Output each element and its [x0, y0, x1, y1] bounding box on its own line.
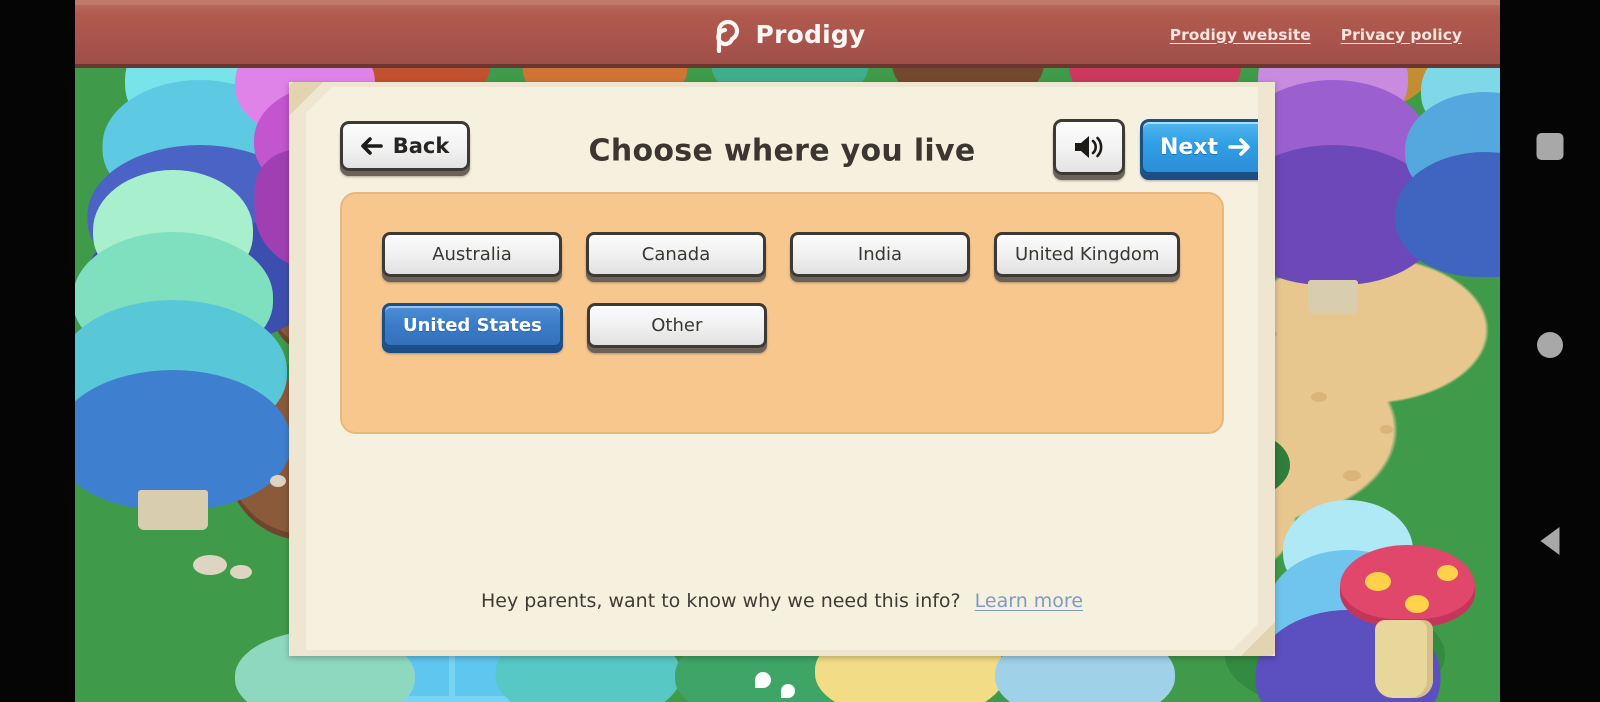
speaker-volume-icon — [1072, 133, 1106, 161]
logo-text: Prodigy — [755, 20, 866, 49]
country-option-label: United Kingdom — [1015, 244, 1160, 265]
country-option-label: India — [857, 244, 903, 265]
country-options-grid: Australia Canada India United Kingdom Un… — [382, 232, 1182, 348]
country-option-label: Other — [651, 315, 703, 336]
dialog-card-border: Back Choose where you live Next Australi… — [289, 82, 1275, 656]
header-links: Prodigy website Privacy policy — [1170, 5, 1462, 64]
country-options-panel: Australia Canada India United Kingdom Un… — [340, 192, 1224, 434]
square-recents-icon[interactable] — [1536, 133, 1564, 160]
app-header: Prodigy Prodigy website Privacy policy — [75, 0, 1500, 68]
arrow-right-icon — [1228, 138, 1250, 156]
country-option-label: United States — [403, 315, 542, 336]
speaker-button[interactable] — [1053, 119, 1125, 175]
country-option-united-states[interactable]: United States — [382, 303, 563, 348]
prodigy-p-logo-icon — [715, 19, 739, 53]
next-button-label: Next — [1159, 134, 1219, 160]
prodigy-website-link[interactable]: Prodigy website — [1170, 26, 1311, 44]
android-navigation-bar — [1500, 0, 1600, 702]
country-option-united-kingdom[interactable]: United Kingdom — [994, 232, 1180, 277]
triangle-back-icon[interactable] — [1540, 527, 1560, 555]
footer-row: Hey parents, want to know why we need th… — [306, 590, 1258, 612]
left-black-bezel — [0, 0, 75, 702]
country-option-other[interactable]: Other — [587, 303, 767, 348]
dialog-header-row: Back Choose where you live Next — [340, 119, 1224, 183]
country-option-australia[interactable]: Australia — [382, 232, 562, 277]
circle-home-icon[interactable] — [1537, 332, 1563, 358]
privacy-policy-link[interactable]: Privacy policy — [1341, 26, 1462, 44]
learn-more-link[interactable]: Learn more — [975, 590, 1083, 612]
screen: Prodigy Prodigy website Privacy policy B… — [0, 0, 1600, 702]
country-option-label: Australia — [432, 244, 512, 265]
next-button[interactable]: Next — [1140, 119, 1270, 175]
country-option-label: Canada — [641, 244, 711, 265]
country-option-canada[interactable]: Canada — [586, 232, 766, 277]
country-option-india[interactable]: India — [790, 232, 970, 277]
footer-text: Hey parents, want to know why we need th… — [480, 590, 961, 612]
dialog-card: Back Choose where you live Next Australi… — [306, 87, 1258, 650]
